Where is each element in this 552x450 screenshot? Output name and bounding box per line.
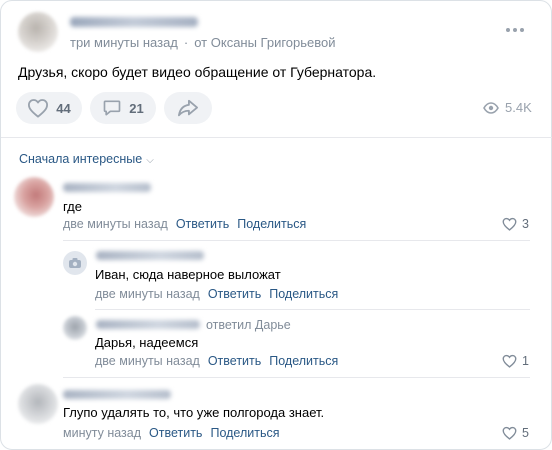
camera-placeholder-icon[interactable] bbox=[63, 251, 87, 275]
post-meta: три минуты назад · от Оксаны Григорьевой bbox=[70, 35, 336, 50]
commenter-name-blurred[interactable] bbox=[63, 183, 151, 192]
comment-text: Иван, сюда наверное выложат bbox=[95, 267, 281, 282]
comment-like-count: 5 bbox=[522, 426, 529, 440]
comment-count: 21 bbox=[129, 100, 144, 116]
comment-actions: две минуты назад Ответить Поделиться bbox=[95, 354, 338, 368]
share-link[interactable]: Поделиться bbox=[210, 426, 279, 440]
comment-date[interactable]: две минуты назад bbox=[95, 354, 200, 368]
comment-like-button[interactable]: 3 bbox=[502, 217, 529, 231]
comment-actions: минуту назад Ответить Поделиться bbox=[63, 426, 279, 440]
comment-separator bbox=[63, 377, 530, 378]
comment-avatar[interactable] bbox=[14, 177, 54, 217]
heart-icon bbox=[502, 354, 517, 368]
post-text: Друзья, скоро будет видео обращение от Г… bbox=[18, 64, 377, 80]
meta-separator: · bbox=[183, 35, 189, 50]
author-avatar[interactable] bbox=[18, 12, 58, 52]
divider bbox=[1, 137, 552, 138]
share-button[interactable] bbox=[164, 92, 212, 124]
post-author-from[interactable]: от Оксаны Григорьевой bbox=[194, 35, 335, 50]
comment-actions: две минуты назад Ответить Поделиться bbox=[63, 217, 306, 231]
comment-text: Дарья, надеемся bbox=[95, 335, 199, 350]
eye-icon bbox=[483, 101, 499, 114]
comment-like-button[interactable]: 5 bbox=[502, 426, 529, 440]
comment-separator bbox=[63, 240, 530, 241]
commenter-name-blurred[interactable] bbox=[96, 320, 200, 329]
reply-link[interactable]: Ответить bbox=[176, 217, 229, 231]
author-name-blurred[interactable] bbox=[70, 17, 198, 27]
sort-label: Сначала интересные bbox=[19, 152, 143, 166]
comment-date[interactable]: две минуты назад bbox=[63, 217, 168, 231]
sort-dropdown[interactable]: Сначала интересные ⌵ bbox=[19, 152, 154, 166]
heart-icon bbox=[28, 99, 49, 118]
share-link[interactable]: Поделиться bbox=[269, 354, 338, 368]
comment-like-count: 3 bbox=[522, 217, 529, 231]
comment-button[interactable]: 21 bbox=[90, 92, 156, 124]
views-counter: 5.4K bbox=[483, 100, 532, 115]
heart-icon bbox=[502, 426, 517, 440]
comment-date[interactable]: минуту назад bbox=[63, 426, 141, 440]
reply-link[interactable]: Ответить bbox=[208, 354, 261, 368]
like-count: 44 bbox=[56, 100, 71, 116]
post-time[interactable]: три минуты назад bbox=[70, 35, 178, 50]
share-link[interactable]: Поделиться bbox=[237, 217, 306, 231]
reply-link[interactable]: Ответить bbox=[208, 287, 261, 301]
heart-icon bbox=[502, 217, 517, 231]
comment-text: Глупо удалять то, что уже полгорода знае… bbox=[63, 405, 325, 420]
comment-text: где bbox=[63, 199, 82, 214]
comment-date[interactable]: две минуты назад bbox=[95, 287, 200, 301]
like-button[interactable]: 44 bbox=[16, 92, 82, 124]
reply-to-label[interactable]: ответил Дарье bbox=[206, 318, 291, 332]
comment-like-count: 1 bbox=[522, 354, 529, 368]
more-dots-icon[interactable] bbox=[506, 28, 524, 32]
chevron-down-icon: ⌵ bbox=[146, 155, 154, 166]
commenter-name-blurred[interactable] bbox=[96, 251, 204, 260]
comment-avatar[interactable] bbox=[63, 316, 87, 340]
views-count: 5.4K bbox=[505, 100, 532, 115]
comment-bubble-icon bbox=[103, 100, 121, 116]
post-card: три минуты назад · от Оксаны Григорьевой Д… bbox=[0, 0, 552, 450]
comment-separator bbox=[95, 309, 530, 310]
share-link[interactable]: Поделиться bbox=[269, 287, 338, 301]
comment-avatar[interactable] bbox=[18, 384, 58, 424]
comment-like-button[interactable]: 1 bbox=[502, 354, 529, 368]
share-arrow-icon bbox=[178, 99, 198, 117]
commenter-name-blurred[interactable] bbox=[63, 390, 171, 399]
comment-actions: две минуты назад Ответить Поделиться bbox=[95, 287, 338, 301]
reply-link[interactable]: Ответить bbox=[149, 426, 202, 440]
